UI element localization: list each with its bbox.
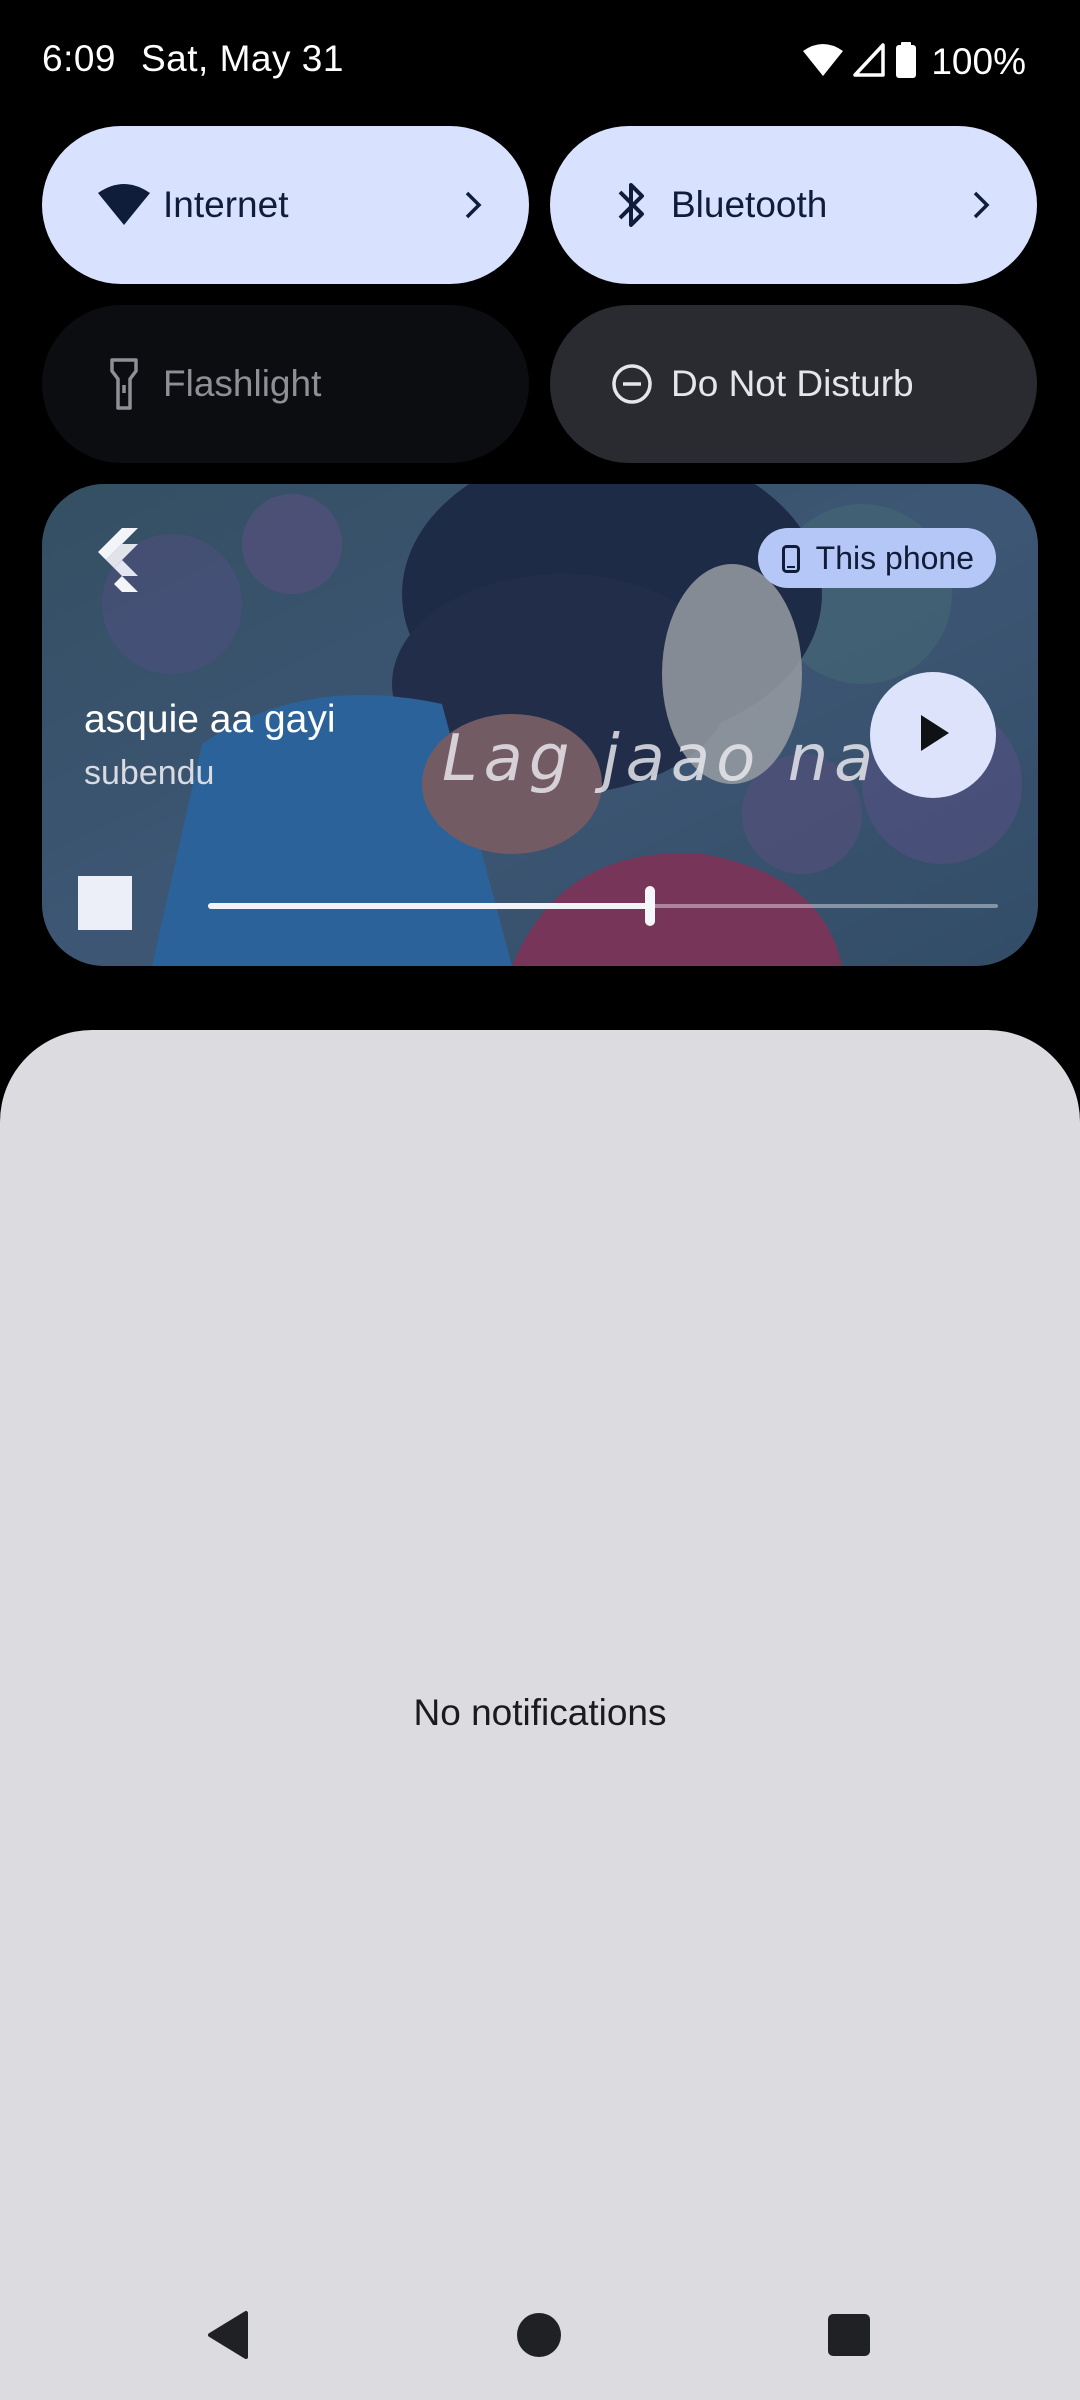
media-seekbar[interactable] [208, 886, 998, 926]
chevron-right-icon [457, 185, 487, 225]
battery-icon [895, 41, 917, 83]
wifi-icon [96, 177, 152, 233]
media-title: asquie aa gayi [84, 698, 336, 741]
media-output-label: This phone [815, 539, 974, 576]
flashlight-icon [96, 356, 152, 412]
media-player-card[interactable]: Lag jaao na This phone asquie aa gayi su… [42, 484, 1038, 966]
home-button[interactable] [514, 2312, 564, 2362]
bluetooth-icon [604, 177, 660, 233]
recents-button[interactable] [824, 2312, 874, 2362]
chevron-right-icon [965, 185, 995, 225]
battery-percent: 100% [931, 41, 1026, 82]
back-button[interactable] [204, 2310, 254, 2365]
media-artist: subendu [84, 754, 215, 792]
tile-internet[interactable]: Internet [42, 126, 529, 284]
tile-do-not-disturb[interactable]: Do Not Disturb [550, 305, 1037, 463]
back-icon [206, 2310, 252, 2365]
play-icon [913, 711, 953, 760]
tile-flashlight-label: Flashlight [163, 363, 322, 404]
tile-flashlight[interactable]: Flashlight [42, 305, 529, 463]
tile-internet-label: Internet [163, 184, 289, 225]
media-output-chip[interactable]: This phone [757, 528, 996, 588]
wifi-icon [803, 43, 844, 82]
screen: 6:09 Sat, May 31 100% Internet Bluetooth… [0, 0, 1080, 2400]
cell-signal-icon [853, 42, 886, 82]
stop-button[interactable] [78, 876, 132, 930]
status-bar: 6:09 Sat, May 31 100% [0, 0, 1080, 124]
tile-bluetooth[interactable]: Bluetooth [550, 126, 1037, 284]
status-time: 6:09 [42, 38, 117, 79]
home-icon [516, 2312, 562, 2363]
tile-bluetooth-label: Bluetooth [671, 184, 828, 225]
phone-icon [781, 544, 800, 573]
navigation-bar [0, 2290, 1080, 2380]
tile-dnd-label: Do Not Disturb [671, 363, 914, 404]
flutter-icon [88, 526, 144, 592]
dnd-icon [604, 356, 660, 412]
artwork-lyric-text: Lag jaao na [442, 722, 880, 796]
seekbar-progress [208, 903, 651, 909]
seekbar-thumb[interactable] [645, 886, 656, 926]
recents-icon [827, 2313, 871, 2362]
no-notifications-text: No notifications [413, 1692, 667, 1733]
status-date: Sat, May 31 [141, 38, 344, 79]
play-button[interactable] [870, 672, 996, 798]
status-icons: 100% [803, 38, 1026, 86]
